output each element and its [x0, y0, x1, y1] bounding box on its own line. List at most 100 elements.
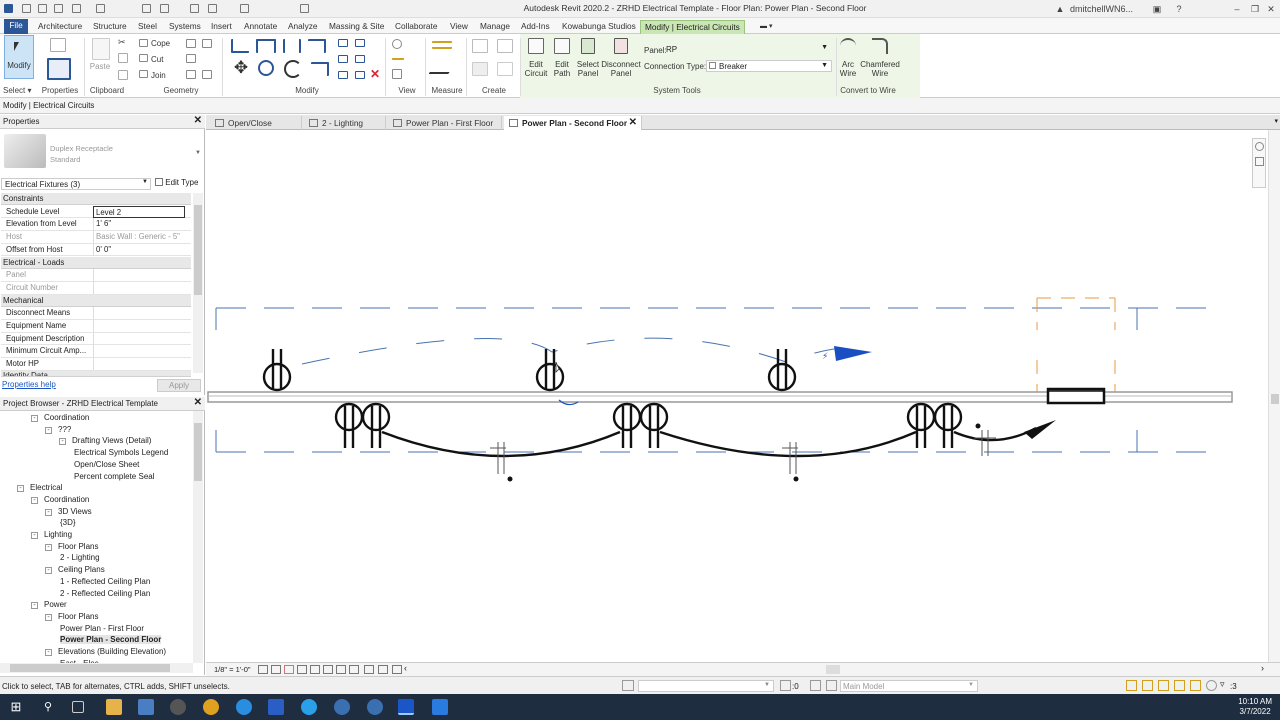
split-face-icon[interactable] [186, 39, 196, 48]
tree-collapse-icon[interactable]: - [45, 649, 52, 656]
paint-icon[interactable] [186, 54, 196, 63]
tree-item[interactable]: 2 - Reflected Ceiling Plan [60, 589, 150, 598]
pin-icon[interactable] [355, 55, 365, 63]
worksets-icon[interactable] [622, 680, 634, 691]
edge-icon[interactable] [236, 699, 252, 715]
tree-item[interactable]: 2 - Lighting [60, 553, 100, 562]
demolish-icon[interactable] [202, 39, 212, 48]
tree-item[interactable]: Lighting [44, 530, 72, 539]
revit-icon[interactable] [334, 699, 350, 715]
align-icon[interactable] [231, 39, 249, 53]
tree-item[interactable]: 3D Views [58, 507, 92, 516]
delete-icon[interactable]: ✕ [370, 68, 381, 80]
panel-dropdown[interactable]: RP ▼ [666, 44, 832, 56]
properties-scrollbar[interactable] [193, 193, 203, 373]
chamfered-wire-button[interactable]: Chamfered Wire [858, 60, 902, 78]
close-button[interactable]: ✕ [1264, 2, 1278, 16]
mirror-draw-icon[interactable] [308, 39, 326, 53]
duplex-receptacle[interactable] [262, 349, 292, 392]
property-value[interactable] [93, 307, 185, 320]
scroll-left-icon[interactable]: ‹ [404, 663, 407, 673]
group-label-select[interactable]: Select ▾ [3, 86, 33, 95]
property-value[interactable]: Level 2 [93, 205, 185, 218]
windows-start-icon[interactable]: ⊞ [8, 699, 24, 715]
property-section-header[interactable]: Identity Data [1, 370, 191, 377]
select-pinned-icon[interactable] [1158, 680, 1169, 691]
workset-dropdown[interactable]: ▼ [638, 680, 774, 692]
edit-path-icon[interactable] [554, 38, 570, 54]
type-properties-icon[interactable] [50, 38, 66, 52]
maximize-button[interactable]: ❐ [1248, 2, 1262, 16]
ribbon-minimize-toggle[interactable]: ▬ ▾ [756, 20, 780, 34]
properties-help-link[interactable]: Properties help [2, 380, 56, 389]
tree-collapse-icon[interactable]: - [45, 543, 52, 551]
tree-item[interactable]: Floor Plans [58, 542, 98, 551]
move-icon[interactable]: ✥ [232, 59, 250, 78]
tree-item[interactable]: Open/Close Sheet [74, 460, 139, 469]
browser-scrollbar[interactable] [193, 411, 203, 663]
quad-receptacle[interactable] [612, 402, 669, 448]
properties-palette-icon[interactable] [47, 58, 71, 80]
duplex-receptacle[interactable] [767, 349, 797, 392]
task-view-icon[interactable] [72, 701, 84, 713]
edge-beta-icon[interactable] [301, 699, 317, 715]
tree-item[interactable]: Percent complete Seal [74, 472, 155, 481]
property-value[interactable] [93, 358, 185, 371]
crop-view-icon[interactable] [310, 665, 320, 674]
tree-collapse-icon[interactable]: - [31, 602, 38, 610]
cut-scissors-icon[interactable]: ✂ [118, 38, 128, 47]
background-processes-icon[interactable] [1206, 680, 1217, 691]
tree-collapse-icon[interactable]: - [31, 415, 38, 422]
edit-circuit-icon[interactable] [528, 38, 544, 54]
quad-receptacle[interactable] [906, 402, 963, 448]
circuit-flag-icon[interactable] [834, 346, 872, 361]
arc-wire-icon[interactable] [840, 38, 856, 54]
drawing-canvas[interactable]: ⚡ [206, 130, 1268, 662]
exclude-options-icon[interactable] [826, 680, 837, 691]
tree-item[interactable]: Ceiling Plans [58, 565, 105, 574]
join-icon[interactable] [139, 70, 148, 78]
scrollbar-thumb[interactable] [194, 423, 202, 481]
property-value[interactable] [93, 345, 185, 358]
close-icon[interactable]: ✕ [194, 397, 202, 408]
tab-manage[interactable]: Manage [476, 20, 514, 34]
revit-2-icon[interactable] [367, 699, 383, 715]
navigation-bar[interactable] [1252, 138, 1266, 188]
trim-extend-icon[interactable] [311, 62, 329, 76]
calculator-icon[interactable] [138, 699, 154, 715]
create-similar-icon[interactable] [497, 62, 513, 76]
view-tab-power-plan-first-floor[interactable]: Power Plan - First Floor [388, 116, 502, 130]
remove-paint-icon[interactable] [202, 70, 212, 79]
shadows-icon[interactable] [297, 665, 307, 674]
select-links-icon[interactable] [1126, 680, 1137, 691]
property-value[interactable]: 1' 6" [93, 218, 185, 231]
detail-level-icon[interactable] [258, 665, 268, 674]
split-element-icon[interactable] [338, 39, 348, 47]
chamfered-wire-icon[interactable] [872, 38, 888, 54]
scrollbar-thumb[interactable] [10, 664, 170, 672]
duplex-receptacle[interactable] [535, 349, 565, 392]
canvas-vscrollbar[interactable] [1268, 130, 1280, 662]
quad-receptacle[interactable] [334, 402, 391, 448]
instance-filter-dropdown[interactable]: Electrical Fixtures (3) ▼ [1, 178, 151, 190]
create-group-icon[interactable] [472, 62, 488, 76]
property-value[interactable]: 0' 0" [93, 243, 185, 256]
tab-systems[interactable]: Systems [165, 20, 205, 34]
scrollbar-thumb[interactable] [1271, 394, 1279, 404]
copy-icon[interactable] [118, 53, 128, 63]
chrome-icon[interactable] [203, 699, 219, 715]
property-value[interactable] [93, 332, 185, 345]
edit-circuit-button[interactable]: Edit Circuit [522, 60, 550, 78]
tree-item[interactable]: ??? [58, 425, 71, 434]
join-label[interactable]: Join [151, 71, 166, 80]
tab-steel[interactable]: Steel [134, 20, 161, 34]
scrollbar-thumb[interactable] [194, 205, 202, 295]
drag-elements-icon[interactable] [1190, 680, 1201, 691]
tree-collapse-icon[interactable]: - [45, 613, 52, 621]
aligned-dimension-icon[interactable] [428, 62, 456, 74]
revit-active-icon[interactable] [398, 699, 414, 715]
reveal-hidden-icon[interactable] [364, 665, 374, 674]
cope-label[interactable]: Cope [151, 39, 170, 48]
editable-only-icon[interactable] [780, 680, 791, 691]
file-explorer-icon[interactable] [106, 699, 122, 715]
